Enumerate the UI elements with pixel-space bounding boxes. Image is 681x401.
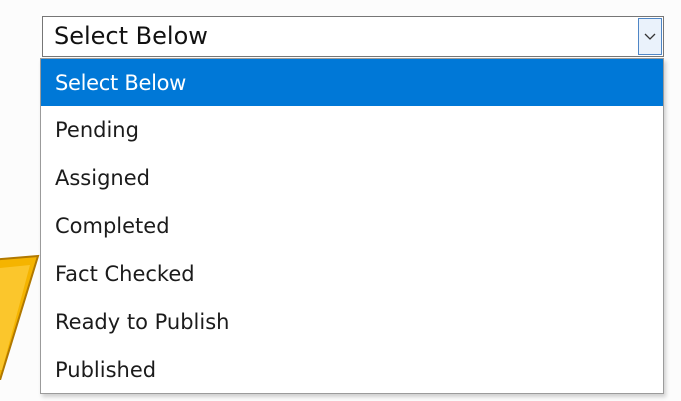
option-pending[interactable]: Pending (41, 106, 663, 154)
option-fact-checked[interactable]: Fact Checked (41, 250, 663, 298)
option-published[interactable]: Published (41, 346, 663, 393)
select-current-value: Select Below (54, 22, 208, 50)
option-assigned[interactable]: Assigned (41, 154, 663, 202)
chevron-down-icon (644, 33, 656, 40)
status-dropdown-list: Select Below Pending Assigned Completed … (40, 58, 664, 394)
option-select-below[interactable]: Select Below (41, 59, 663, 106)
select-toggle-button[interactable] (638, 18, 662, 55)
status-select[interactable]: Select Below (42, 16, 664, 57)
option-completed[interactable]: Completed (41, 202, 663, 250)
option-ready-to-publish[interactable]: Ready to Publish (41, 298, 663, 346)
